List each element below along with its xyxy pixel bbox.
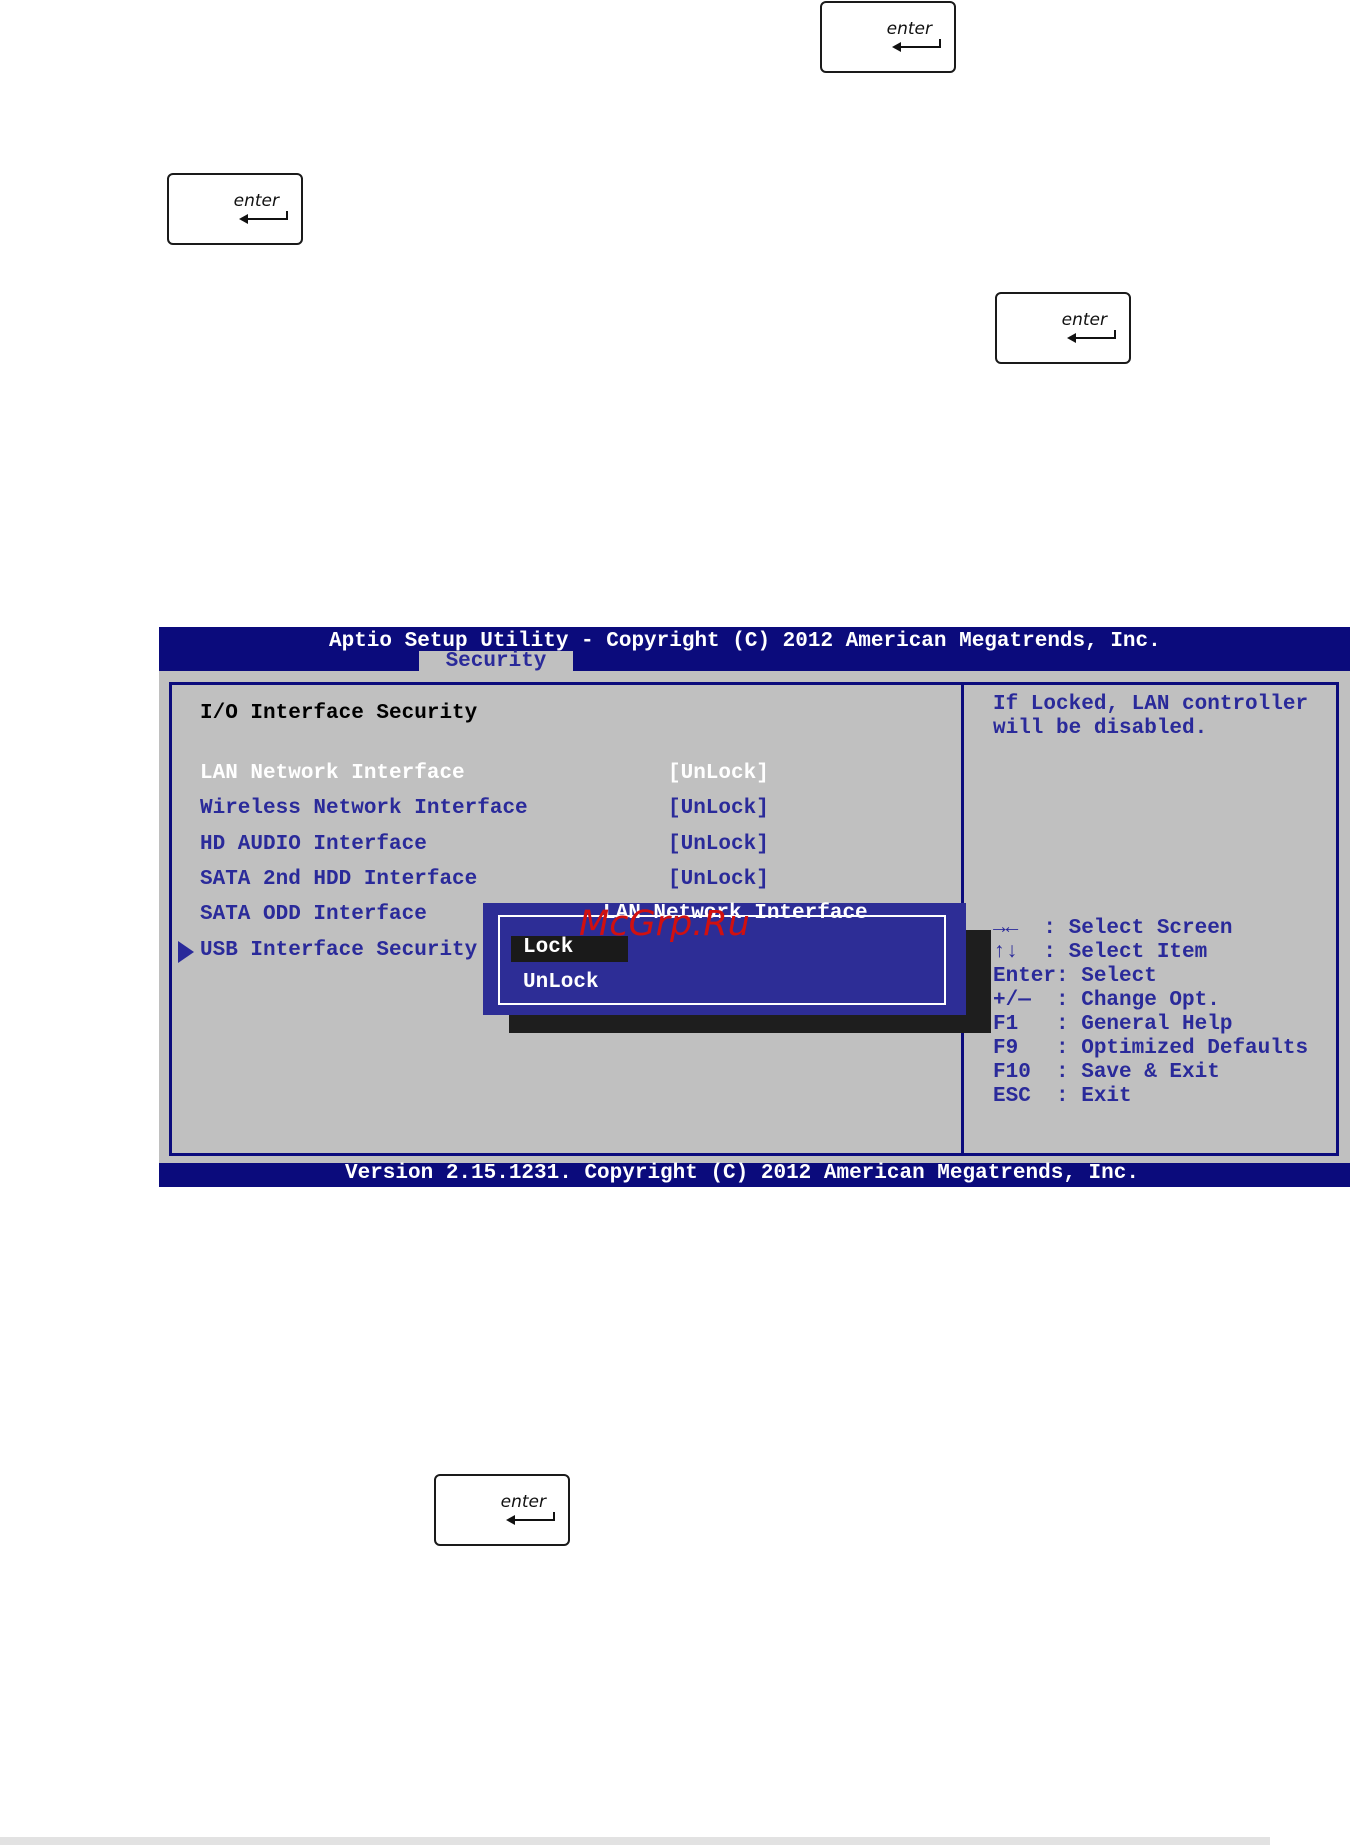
return-arrow-icon [239, 211, 288, 224]
menu-item-sata-odd-interface[interactable]: SATA ODD Interface [200, 903, 427, 926]
help-text-line: If Locked, LAN controller [993, 693, 1309, 716]
version-text: Version 2.15.1231. Copyright (C) 2012 Am… [345, 1162, 1139, 1185]
help-text-line: will be disabled. [993, 717, 1208, 740]
lan-network-interface-value[interactable]: [UnLock] [668, 762, 769, 785]
enter-key-icon: enter [995, 292, 1131, 364]
menu-item-usb-interface-security[interactable]: USB Interface Security [200, 939, 477, 962]
enter-key-icon: enter [167, 173, 303, 245]
hd-audio-interface-value[interactable]: [UnLock] [668, 833, 769, 856]
sata-2nd-hdd-interface-value[interactable]: [UnLock] [668, 868, 769, 891]
enter-key-label: enter [1061, 310, 1107, 330]
enter-key-icon: enter [820, 1, 956, 73]
enter-key-label: enter [233, 191, 279, 211]
return-arrow-icon [506, 1512, 555, 1525]
key-help-f10: F10 : Save & Exit [993, 1061, 1220, 1084]
return-arrow-icon [1067, 330, 1116, 343]
menu-item-wireless-network-interface[interactable]: Wireless Network Interface [200, 797, 528, 820]
key-help-f9: F9 : Optimized Defaults [993, 1037, 1309, 1060]
tab-security[interactable]: Security [419, 651, 573, 673]
enter-key-icon: enter [434, 1474, 570, 1546]
wireless-network-interface-value[interactable]: [UnLock] [668, 797, 769, 820]
key-help-select-item: ↑↓ : Select Item [993, 941, 1208, 964]
section-heading: I/O Interface Security [200, 702, 478, 725]
option-unlock[interactable]: UnLock [523, 971, 599, 994]
key-help-select-screen: →← : Select Screen [993, 917, 1233, 940]
enter-key-label: enter [886, 19, 932, 39]
watermark-text: McGrp.Ru [579, 904, 750, 944]
key-help-esc: ESC : Exit [993, 1085, 1132, 1108]
key-help-change-opt: +/— : Change Opt. [993, 989, 1220, 1012]
option-lock[interactable]: Lock [523, 936, 573, 959]
bios-title-bar: Aptio Setup Utility - Copyright (C) 2012… [159, 627, 1350, 671]
menu-item-lan-network-interface[interactable]: LAN Network Interface [200, 762, 465, 785]
bios-setup-screen: Aptio Setup Utility - Copyright (C) 2012… [159, 627, 1350, 1187]
key-help-f1: F1 : General Help [993, 1013, 1233, 1036]
key-help-enter: Enter: Select [993, 965, 1157, 988]
submenu-arrow-icon [178, 941, 194, 963]
bios-version-bar: Version 2.15.1231. Copyright (C) 2012 Am… [159, 1162, 1350, 1187]
menu-item-hd-audio-interface[interactable]: HD AUDIO Interface [200, 833, 427, 856]
enter-key-label: enter [500, 1492, 546, 1512]
return-arrow-icon [892, 39, 941, 52]
page-bottom-rule [0, 1837, 1270, 1845]
menu-item-sata-2nd-hdd-interface[interactable]: SATA 2nd HDD Interface [200, 868, 477, 891]
